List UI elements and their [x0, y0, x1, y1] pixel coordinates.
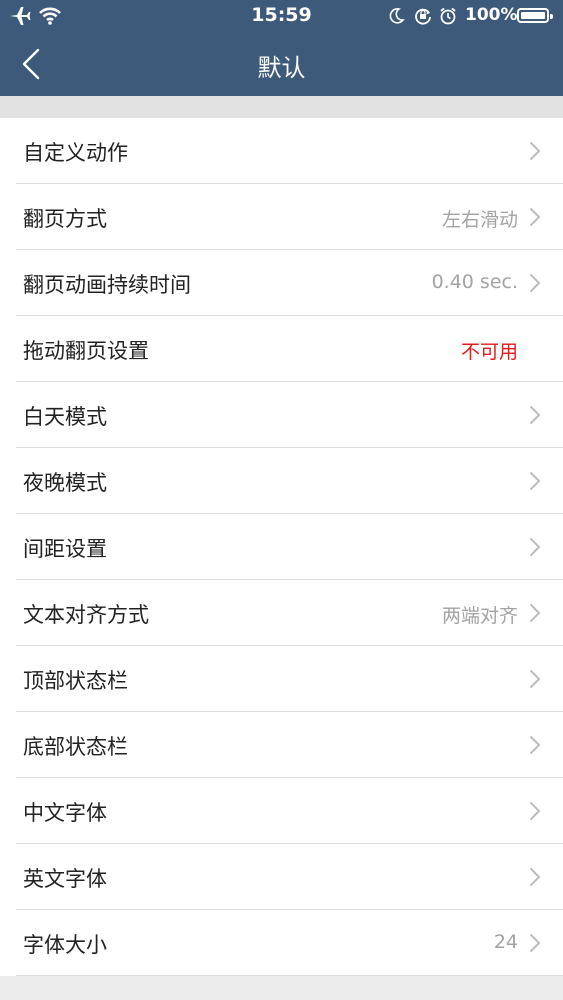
battery-percent: 100%: [465, 5, 518, 25]
moon-icon: [389, 8, 405, 24]
chevron-right-icon: [530, 208, 540, 226]
settings-row-value: 24: [493, 931, 518, 953]
settings-row[interactable]: 中文字体: [16, 778, 563, 844]
settings-row[interactable]: 英文字体: [16, 844, 563, 910]
chevron-right-icon: [530, 736, 540, 754]
section-gap: [0, 96, 563, 118]
settings-row[interactable]: 字体大小 24: [16, 910, 563, 976]
chevron-right-icon: [530, 538, 540, 556]
settings-row-label: 字体大小: [23, 933, 107, 957]
settings-row[interactable]: 文本对齐方式 两端对齐: [16, 580, 563, 646]
settings-row-label: 自定义动作: [23, 141, 128, 165]
chevron-right-icon: [530, 802, 540, 820]
settings-row-value: 不可用: [460, 341, 518, 363]
settings-row-value: 0.40 sec.: [431, 271, 518, 293]
chevron-right-icon: [530, 604, 540, 622]
settings-list: 自定义动作翻页方式 左右滑动翻页动画持续时间 0.40 sec. 拖动翻页设置 不可用白…: [0, 118, 563, 976]
settings-row-label: 白天模式: [23, 405, 107, 429]
battery-icon: [517, 8, 553, 23]
status-bar: 15:59 100%: [0, 0, 563, 32]
header: 15:59 100% 默认: [0, 0, 563, 96]
chevron-right-icon: [530, 406, 540, 424]
settings-row-label: 底部状态栏: [23, 735, 128, 759]
chevron-right-icon: [530, 142, 540, 160]
settings-row[interactable]: 顶部状态栏: [16, 646, 563, 712]
chevron-right-icon: [530, 274, 540, 292]
settings-row[interactable]: 底部状态栏: [16, 712, 563, 778]
settings-row-label: 英文字体: [23, 867, 107, 891]
settings-row-label: 翻页方式: [23, 207, 107, 231]
settings-row[interactable]: 间距设置: [16, 514, 563, 580]
settings-row-label: 中文字体: [23, 801, 107, 825]
settings-row-label: 翻页动画持续时间: [23, 273, 191, 297]
alarm-icon: [440, 7, 456, 25]
orientation-lock-icon: [415, 8, 431, 25]
settings-row[interactable]: 夜晚模式: [16, 448, 563, 514]
chevron-right-icon: [530, 670, 540, 688]
settings-row-value: 两端对齐: [441, 605, 518, 627]
chevron-right-icon: [530, 934, 540, 952]
nav-bar: 默认: [0, 32, 563, 96]
settings-row-label: 间距设置: [23, 537, 107, 561]
settings-row-label: 夜晚模式: [23, 471, 107, 495]
settings-row-value: 左右滑动: [441, 209, 518, 231]
settings-row-label: 顶部状态栏: [23, 669, 128, 693]
page-title: 默认: [257, 54, 306, 82]
settings-row[interactable]: 白天模式: [16, 382, 563, 448]
settings-row[interactable]: 翻页方式 左右滑动: [16, 184, 563, 250]
chevron-right-icon: [530, 868, 540, 886]
settings-row-label: 文本对齐方式: [23, 603, 149, 627]
settings-row-label: 拖动翻页设置: [23, 339, 149, 363]
settings-row[interactable]: 翻页动画持续时间 0.40 sec.: [16, 250, 563, 316]
settings-row[interactable]: 拖动翻页设置 不可用: [16, 316, 563, 382]
settings-row[interactable]: 自定义动作: [16, 118, 563, 184]
chevron-right-icon: [530, 472, 540, 490]
